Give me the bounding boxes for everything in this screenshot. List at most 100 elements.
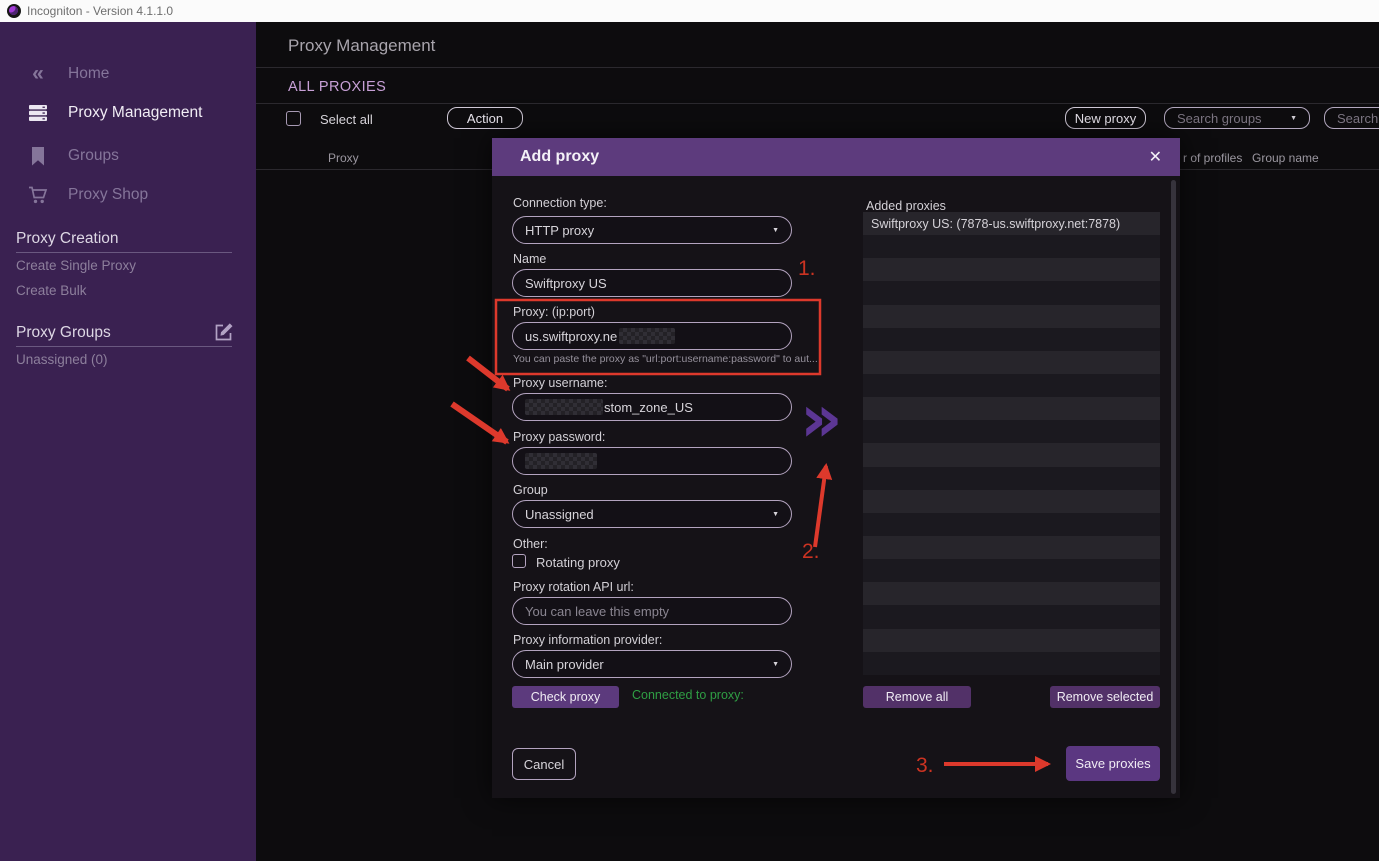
- table-header-group-name: Group name: [1252, 151, 1319, 165]
- proxy-password-input[interactable]: [512, 447, 792, 475]
- search-groups-placeholder: Search groups: [1177, 111, 1262, 126]
- chevron-down-icon: ▼: [772, 227, 779, 234]
- added-proxy-empty-row: [863, 513, 1160, 536]
- proxy-ip-port-input[interactable]: us.swiftproxy.ne: [512, 322, 792, 350]
- modal-scrollbar[interactable]: [1171, 180, 1176, 794]
- redacted-password: [525, 453, 597, 469]
- name-input[interactable]: Swiftproxy US: [512, 269, 792, 297]
- window-titlebar: Incogniton - Version 4.1.1.0: [0, 0, 1379, 23]
- server-icon: [26, 104, 50, 122]
- added-proxy-empty-row: [863, 652, 1160, 675]
- table-header-profiles: r of profiles: [1183, 151, 1242, 165]
- proxy-username-label: Proxy username:: [513, 376, 607, 390]
- connection-type-select[interactable]: HTTP proxy ▼: [512, 216, 792, 244]
- proxy-ip-port-label: Proxy: (ip:port): [513, 305, 595, 319]
- edit-groups-icon[interactable]: [213, 322, 234, 348]
- search-groups-dropdown[interactable]: Search groups ▼: [1164, 107, 1310, 129]
- other-label: Other:: [513, 537, 548, 551]
- connection-type-label: Connection type:: [513, 196, 607, 210]
- rotation-api-label: Proxy rotation API url:: [513, 580, 634, 594]
- select-all-checkbox[interactable]: [286, 111, 301, 126]
- rotation-api-input[interactable]: You can leave this empty: [512, 597, 792, 625]
- added-proxy-empty-row: [863, 328, 1160, 351]
- app-window: Incogniton - Version 4.1.1.0 « Home Prox…: [0, 0, 1379, 861]
- added-proxy-empty-row: [863, 443, 1160, 466]
- group-label: Group: [513, 483, 548, 497]
- provider-value: Main provider: [525, 657, 604, 672]
- proxy-value: us.swiftproxy.ne: [525, 329, 617, 344]
- action-button[interactable]: Action: [447, 107, 523, 129]
- divider: [256, 67, 1379, 68]
- remove-selected-button[interactable]: Remove selected: [1050, 686, 1160, 708]
- divider: [16, 346, 232, 347]
- proxy-username-input[interactable]: stom_zone_US: [512, 393, 792, 421]
- username-value: stom_zone_US: [604, 400, 693, 415]
- divider: [256, 103, 1379, 104]
- select-all-label: Select all: [320, 112, 373, 127]
- added-proxy-empty-row: [863, 559, 1160, 582]
- sidebar: « Home Proxy Management Groups Proxy Sho…: [0, 22, 256, 861]
- redacted-proxy-host: [619, 328, 675, 344]
- sidebar-item-label: Proxy Shop: [68, 186, 148, 204]
- sidebar-item-unassigned-group[interactable]: Unassigned (0): [16, 352, 108, 367]
- add-proxy-modal: Add proxy ✕ Connection type: HTTP proxy …: [492, 138, 1180, 798]
- check-proxy-button[interactable]: Check proxy: [512, 686, 619, 708]
- modal-header: Add proxy ✕: [492, 138, 1180, 176]
- all-proxies-heading: ALL PROXIES: [288, 79, 386, 95]
- new-proxy-button[interactable]: New proxy: [1065, 107, 1146, 129]
- added-proxy-empty-row: [863, 258, 1160, 281]
- added-proxy-text: Swiftproxy US: (7878-us.swiftproxy.net:7…: [871, 217, 1120, 231]
- connection-type-value: HTTP proxy: [525, 223, 594, 238]
- remove-all-button[interactable]: Remove all: [863, 686, 971, 708]
- sidebar-item-create-bulk[interactable]: Create Bulk: [16, 283, 87, 298]
- group-select[interactable]: Unassigned ▼: [512, 500, 792, 528]
- proxy-groups-heading: Proxy Groups: [16, 324, 111, 342]
- sidebar-item-label: Groups: [68, 147, 119, 165]
- collapse-sidebar-icon[interactable]: «: [26, 64, 50, 84]
- added-proxy-empty-row: [863, 235, 1160, 258]
- proxy-paste-hint: You can paste the proxy as "url:port:use…: [513, 353, 818, 365]
- sidebar-item-groups[interactable]: Groups: [0, 143, 256, 169]
- modal-title: Add proxy: [520, 148, 599, 166]
- proxy-password-label: Proxy password:: [513, 430, 605, 444]
- sidebar-item-label: Home: [68, 65, 109, 83]
- bookmark-icon: [26, 147, 50, 166]
- added-proxy-empty-row: [863, 536, 1160, 559]
- chevron-down-icon: ▼: [1290, 115, 1297, 122]
- sidebar-item-home[interactable]: « Home: [0, 61, 256, 87]
- sidebar-item-proxy-shop[interactable]: Proxy Shop: [0, 182, 256, 208]
- page-title: Proxy Management: [288, 36, 435, 56]
- close-icon[interactable]: ✕: [1149, 147, 1162, 167]
- divider: [16, 252, 232, 253]
- cancel-button[interactable]: Cancel: [512, 748, 576, 780]
- proxy-check-status: Connected to proxy:: [632, 688, 744, 702]
- added-proxy-row[interactable]: Swiftproxy US: (7878-us.swiftproxy.net:7…: [863, 212, 1160, 235]
- group-value: Unassigned: [525, 507, 594, 522]
- incogniton-logo-icon: [7, 4, 21, 18]
- added-proxy-empty-row: [863, 467, 1160, 490]
- save-proxies-button[interactable]: Save proxies: [1066, 746, 1160, 781]
- proxy-creation-heading: Proxy Creation: [16, 230, 119, 248]
- rotating-proxy-checkbox[interactable]: [512, 554, 526, 568]
- name-label: Name: [513, 252, 546, 266]
- search-tags-input[interactable]: Search ta: [1324, 107, 1379, 129]
- added-proxy-empty-row: [863, 397, 1160, 420]
- added-proxy-empty-row: [863, 582, 1160, 605]
- added-proxy-empty-row: [863, 629, 1160, 652]
- sidebar-item-proxy-management[interactable]: Proxy Management: [0, 100, 256, 126]
- cart-icon: [26, 186, 50, 204]
- provider-select[interactable]: Main provider ▼: [512, 650, 792, 678]
- added-proxy-empty-row: [863, 305, 1160, 328]
- sidebar-item-create-single-proxy[interactable]: Create Single Proxy: [16, 258, 136, 273]
- added-proxy-empty-row: [863, 281, 1160, 304]
- added-proxies-list: Swiftproxy US: (7878-us.swiftproxy.net:7…: [863, 212, 1160, 675]
- sidebar-item-label: Proxy Management: [68, 104, 202, 122]
- added-proxy-empty-row: [863, 351, 1160, 374]
- added-proxies-label: Added proxies: [866, 199, 946, 213]
- added-proxy-empty-row: [863, 490, 1160, 513]
- chevron-down-icon: ▼: [772, 661, 779, 668]
- search-tags-placeholder: Search ta: [1337, 111, 1379, 126]
- table-header-proxy: Proxy: [328, 151, 359, 165]
- provider-label: Proxy information provider:: [513, 633, 662, 647]
- window-title: Incogniton - Version 4.1.1.0: [27, 4, 173, 18]
